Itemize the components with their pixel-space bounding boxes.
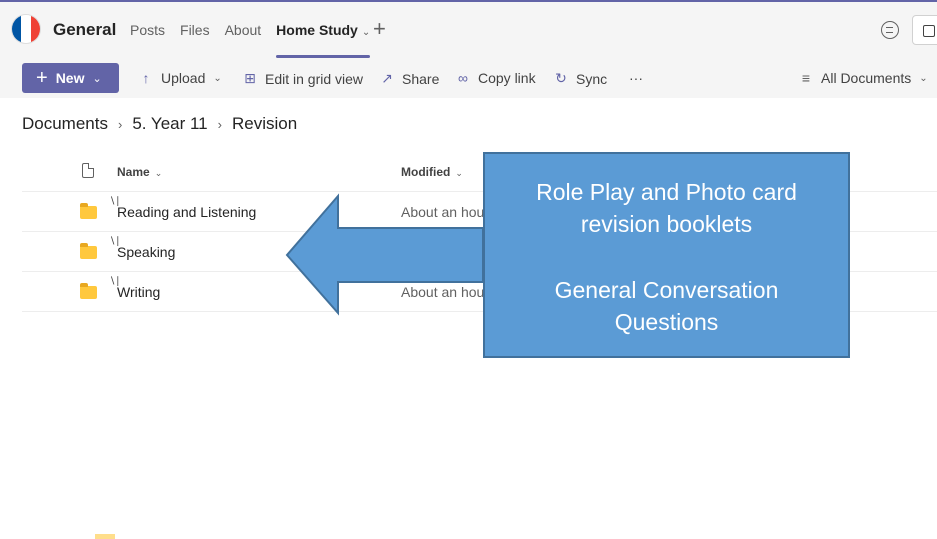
chevron-down-icon: ⌄ xyxy=(455,168,463,178)
callout-spacer xyxy=(485,240,848,274)
callout-line-4: Questions xyxy=(614,309,719,335)
new-label: New xyxy=(55,70,85,86)
team-avatar-flag-icon[interactable] xyxy=(12,15,40,43)
breadcrumb-documents[interactable]: Documents xyxy=(22,114,108,134)
plus-icon: + xyxy=(36,67,48,89)
chevron-right-icon: › xyxy=(217,116,222,132)
breadcrumb-revision: Revision xyxy=(232,114,298,133)
chevron-down-icon: ⌄ xyxy=(919,72,928,84)
edit-grid-view-button[interactable]: ⊞ Edit in grid view xyxy=(243,70,363,87)
meet-button[interactable] xyxy=(912,15,937,45)
file-name[interactable]: Writing xyxy=(117,284,160,300)
folder-icon xyxy=(80,203,97,219)
callout-line-2: revision booklets xyxy=(580,211,753,237)
upload-label: Upload xyxy=(161,70,206,86)
tab-home-study-label: Home Study xyxy=(276,22,358,38)
column-header-name[interactable]: Name ⌄ xyxy=(117,165,162,179)
add-tab-plus-icon[interactable]: + xyxy=(373,16,386,42)
share-label: Share xyxy=(402,70,440,87)
callout-line-1: Role Play and Photo card xyxy=(536,179,797,205)
file-name[interactable]: Speaking xyxy=(117,244,175,260)
tab-bar: Posts Files About Home Study ⌄ xyxy=(130,22,385,58)
link-icon: ∞ xyxy=(458,70,468,86)
annotation-callout-box: Role Play and Photo card revision bookle… xyxy=(483,152,850,358)
view-selector[interactable]: ≡ All Documents ⌄ xyxy=(799,70,928,86)
copy-link-button[interactable]: ∞ Copy link xyxy=(456,70,536,86)
command-bar: + New ⌄ ↑ Upload ⌄ ⊞ Edit in grid view ↗ Share… xyxy=(0,58,937,98)
chevron-down-icon: ⌄ xyxy=(361,27,371,38)
folder-icon xyxy=(80,243,97,259)
sync-label: Sync xyxy=(576,70,608,87)
tab-posts[interactable]: Posts xyxy=(130,22,165,58)
copy-link-label: Copy link xyxy=(478,70,536,86)
channel-header: General Posts Files About Home Study ⌄ + xyxy=(0,0,937,58)
breadcrumb-year-11[interactable]: 5. Year 11 xyxy=(132,114,207,134)
column-name-label: Name xyxy=(117,165,150,179)
file-modified: About an hour xyxy=(401,204,489,220)
callout-line-3: General Conversation xyxy=(554,277,779,303)
file-type-icon xyxy=(82,163,94,178)
tab-files[interactable]: Files xyxy=(180,22,210,58)
chevron-down-icon: ⌄ xyxy=(154,168,163,178)
chevron-down-icon: ⌄ xyxy=(92,72,102,85)
view-list-icon: ≡ xyxy=(801,70,811,86)
conversation-icon[interactable] xyxy=(881,21,899,39)
folder-icon xyxy=(95,534,115,539)
breadcrumb: Documents › 5. Year 11 › Revision xyxy=(22,114,297,134)
grid-label: Edit in grid view xyxy=(265,70,364,87)
file-name[interactable]: Reading and Listening xyxy=(117,204,256,220)
file-modified: About an hour xyxy=(401,284,489,300)
chevron-right-icon: › xyxy=(117,116,123,132)
sync-button[interactable]: ↻ Sync xyxy=(554,70,607,87)
tab-home-study[interactable]: Home Study ⌄ xyxy=(276,22,371,58)
more-options-button[interactable]: ··· xyxy=(629,70,643,86)
view-label: All Documents xyxy=(821,70,912,86)
upload-button[interactable]: ↑ Upload ⌄ xyxy=(139,70,222,86)
tab-about[interactable]: About xyxy=(225,22,262,58)
folder-icon xyxy=(80,283,97,299)
column-modified-label: Modified xyxy=(401,165,451,179)
share-icon: ↗ xyxy=(381,70,393,86)
share-button[interactable]: ↗ Share xyxy=(380,70,439,87)
sync-icon: ↻ xyxy=(555,70,567,86)
column-header-modified[interactable]: Modified ⌄ xyxy=(401,165,463,179)
new-button[interactable]: + New ⌄ xyxy=(22,63,119,93)
upload-icon: ↑ xyxy=(142,70,150,86)
grid-icon: ⊞ xyxy=(244,70,256,86)
chevron-down-icon: ⌄ xyxy=(213,72,222,84)
channel-title: General xyxy=(53,20,117,39)
